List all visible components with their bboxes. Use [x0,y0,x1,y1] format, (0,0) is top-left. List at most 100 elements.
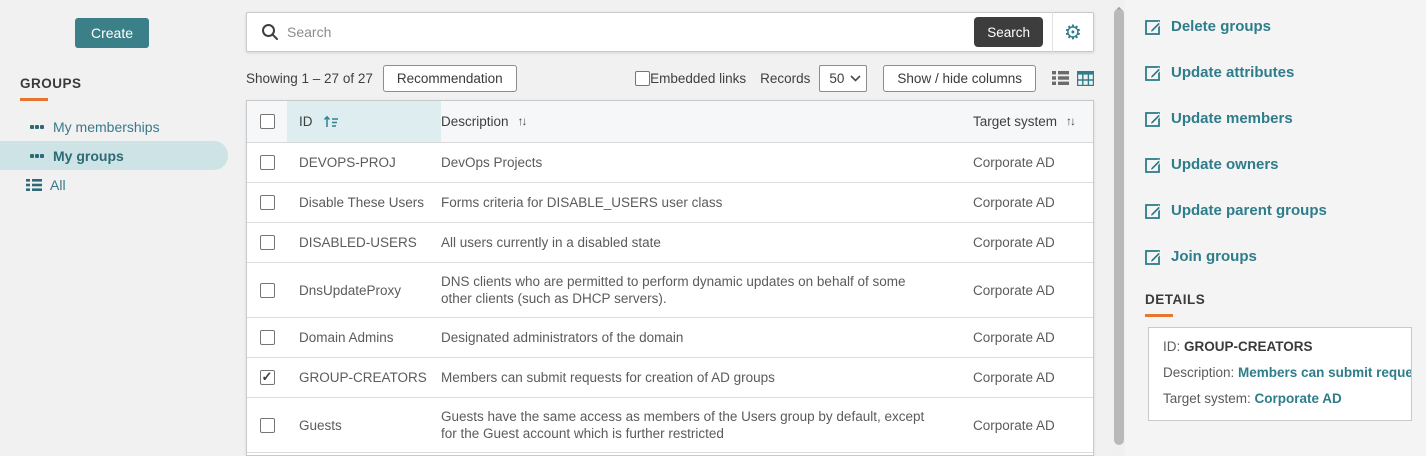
details-id-row: ID: GROUP-CREATORS [1163,339,1411,354]
details-target-row: Target system: Corporate AD [1163,391,1411,406]
cell-target-system: Corporate AD [973,282,1055,298]
column-header-description[interactable]: Description ↑↓ [441,103,953,140]
action-join-groups[interactable]: Join groups [1145,233,1327,279]
cell-target-system: Corporate AD [973,155,1055,170]
cell-description: Designated administrators of the domain [441,330,684,345]
edit-icon [1145,248,1162,265]
cell-id: GROUP-CREATORS [299,370,427,385]
search-input[interactable] [287,24,975,40]
showing-count: Showing 1 – 27 of 27 [246,70,373,86]
cell-id: Guests [299,417,342,433]
action-update-owners[interactable]: Update owners [1145,141,1327,187]
table-row[interactable]: DnsUpdateProxy DNS clients who are permi… [247,263,1093,318]
groups-nav: My memberships My groups All [0,112,246,199]
gear-icon: ⚙ [1064,20,1082,44]
row-checkbox[interactable] [259,330,275,345]
cell-target-system: Corporate AD [973,417,1055,433]
sort-icon[interactable]: ↑↓ [1066,113,1076,130]
sidebar-item-my-memberships[interactable]: My memberships [0,112,246,141]
table-row[interactable]: Disable These Users Forms criteria for D… [247,183,1093,223]
search-settings[interactable]: ⚙ [1053,12,1093,52]
edit-icon [1145,18,1162,35]
list-icon [26,178,42,192]
sort-icon[interactable]: ↑↓ [518,113,528,130]
sidebar-item-my-groups[interactable]: My groups [0,141,228,170]
embedded-links-control: Embedded links [635,70,747,86]
records-select[interactable]: 50 [819,64,868,92]
column-label: Target system [973,114,1058,129]
action-label: Join groups [1171,247,1257,265]
column-header-id[interactable]: ID [287,101,441,142]
embedded-links-label: Embedded links [650,70,747,86]
cell-description: All users currently in a disabled state [441,235,661,250]
column-label: Description [441,114,509,129]
row-checkbox-checked[interactable] [259,369,275,385]
search-icon [261,23,279,41]
details-section-title: DETAILS [1145,292,1206,307]
chevron-down-icon [850,74,861,82]
sidebar-item-label: All [50,176,66,193]
table-row[interactable]: Guests Guests have the same access as me… [247,398,1093,453]
cell-target-system: Corporate AD [973,330,1055,345]
row-checkbox[interactable] [259,155,275,170]
sidebar-item-all[interactable]: All [0,170,246,199]
cell-id: Domain Admins [299,330,394,345]
groups-title-underline [20,98,48,101]
details-id-label: ID: [1163,339,1185,354]
column-label: ID [299,114,313,129]
action-update-members[interactable]: Update members [1145,95,1327,141]
table-row[interactable]: DEVOPS-PROJ DevOps Projects Corporate AD [247,143,1093,183]
row-checkbox[interactable] [259,195,275,210]
edit-icon [1145,64,1162,81]
records-label: Records [760,70,811,86]
grid-view-icon[interactable] [1077,70,1094,86]
cell-description: Guests have the same access as members o… [441,409,925,441]
scrollbar-thumb[interactable] [1114,9,1124,445]
row-checkbox[interactable] [259,235,275,250]
cell-target-system: Corporate AD [973,235,1055,250]
cell-target-system: Corporate AD [973,370,1055,385]
edit-icon [1145,202,1162,219]
embedded-links-checkbox[interactable] [635,70,651,86]
cell-id: DISABLED-USERS [299,235,417,250]
cell-id: DnsUpdateProxy [299,282,402,298]
sidebar-item-label: My memberships [53,118,160,135]
dots-icon [30,153,44,158]
sidebar-item-label: My groups [53,147,124,164]
details-card: ID: GROUP-CREATORS Description: Members … [1148,327,1412,421]
table-row[interactable]: DISABLED-USERS All users currently in a … [247,223,1093,263]
recommendation-button[interactable]: Recommendation [382,64,517,92]
search-button[interactable]: Search [974,17,1043,47]
row-checkbox[interactable] [259,417,275,433]
left-sidebar: Create GROUPS My memberships My groups A… [0,0,246,456]
action-update-parent-groups[interactable]: Update parent groups [1145,187,1327,233]
show-hide-columns-button[interactable]: Show / hide columns [883,64,1036,92]
create-button[interactable]: Create [75,18,149,48]
row-checkbox[interactable] [259,282,275,298]
details-description-row: Description: Members can submit request [1163,365,1411,380]
column-header-target-system[interactable]: Target system ↑↓ [953,103,1093,140]
action-delete-groups[interactable]: Delete groups [1145,3,1327,49]
details-id-value: GROUP-CREATORS [1184,339,1313,354]
details-description-label: Description: [1163,365,1239,380]
edit-icon [1145,156,1162,173]
list-view-icon[interactable] [1052,71,1069,85]
details-description-value[interactable]: Members can submit request [1238,365,1411,380]
sort-ascending-icon[interactable] [323,115,339,128]
search-bar: Search ⚙ [246,12,1094,52]
table-row[interactable]: Domain Admins Designated administrators … [247,318,1093,358]
groups-section-title: GROUPS [20,76,82,91]
cell-description: Forms criteria for DISABLE_USERS user cl… [441,195,723,210]
table-row-selected[interactable]: GROUP-CREATORS Members can submit reques… [247,358,1093,398]
cell-description: Members can submit requests for creation… [441,370,775,385]
group-actions-list: Delete groups Update attributes Update m… [1145,3,1327,279]
action-update-attributes[interactable]: Update attributes [1145,49,1327,95]
vertical-scrollbar[interactable] [1113,0,1125,456]
action-label: Delete groups [1171,17,1272,35]
details-target-value[interactable]: Corporate AD [1255,391,1342,406]
cell-target-system: Corporate AD [973,195,1055,210]
table-header-row: ID Description ↑↓ Target system ↑↓ [247,101,1093,143]
cell-id: DEVOPS-PROJ [299,155,396,170]
select-all-checkbox[interactable] [259,114,275,129]
records-value: 50 [829,70,845,86]
